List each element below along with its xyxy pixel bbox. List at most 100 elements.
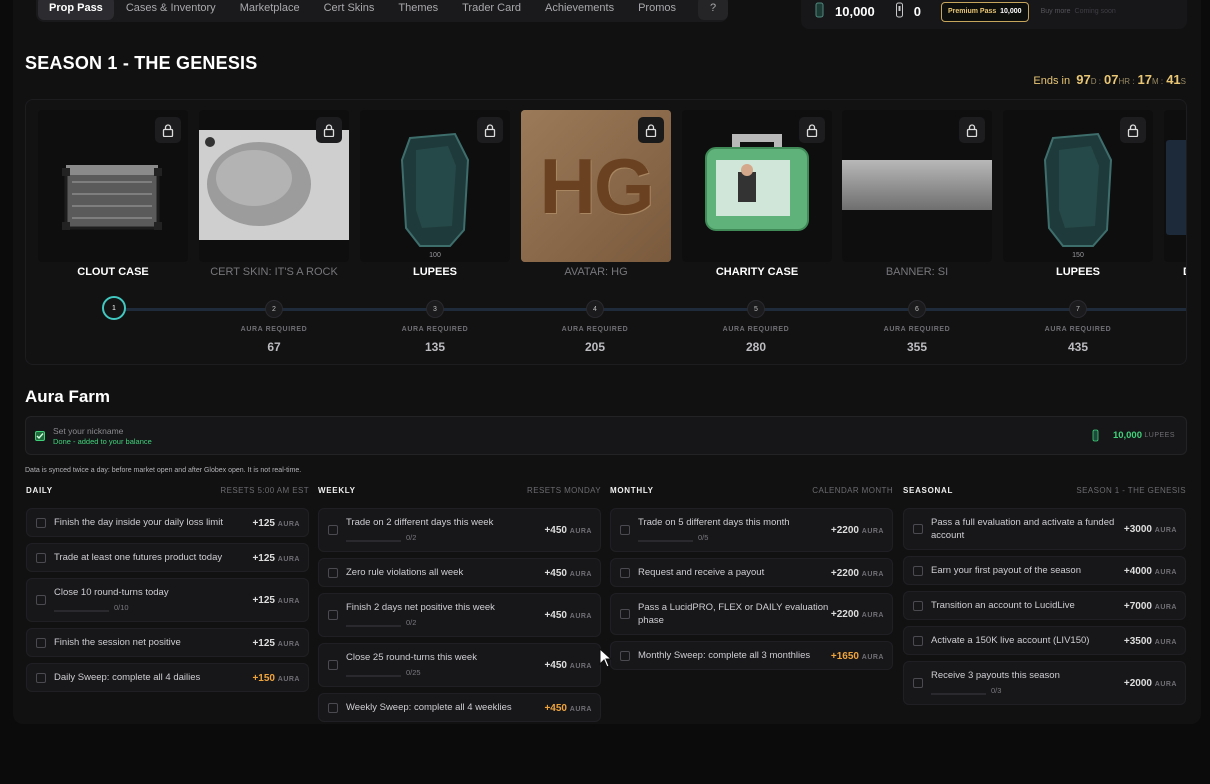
quest-row[interactable]: Earn your first payout of the season +400… (903, 556, 1186, 585)
checkbox-icon[interactable] (328, 610, 338, 620)
quest-reward-value: +125 (252, 552, 275, 564)
quest-text: Activate a 150K live account (LIV150) (931, 635, 1090, 646)
checkbox-icon[interactable] (36, 552, 46, 563)
quest-row[interactable]: Monthly Sweep: complete all 3 monthlies +… (610, 641, 893, 670)
quest-row[interactable]: Request and receive a payout +2200 AURA (610, 558, 893, 587)
quest-row[interactable]: Pass a full evaluation and activate a fu… (903, 508, 1186, 550)
nickname-quest-title: Set your nickname (53, 426, 124, 436)
quest-progress: 0/5 (698, 533, 709, 542)
quest-row[interactable]: Activate a 150K live account (LIV150) +35… (903, 626, 1186, 655)
quest-column-weekly: WEEKLY RESETS MONDAY Trade on 2 different… (318, 486, 601, 728)
quest-reward-value: +3500 (1123, 635, 1152, 647)
quest-text: Close 10 round-turns today (54, 587, 169, 598)
reward-card-partial[interactable] (1164, 110, 1186, 262)
quest-row[interactable]: Close 10 round-turns today 0/10 +125 AURA (26, 578, 309, 622)
quest-reward-value: +125 (252, 637, 275, 649)
tab-cert-skins[interactable]: Cert Skins (312, 0, 387, 20)
checkbox-icon[interactable] (36, 517, 46, 528)
quest-reward-value: +125 (252, 517, 275, 529)
reward-card-cert-skin[interactable] (199, 110, 349, 262)
reward-card-clout-case[interactable] (38, 110, 188, 262)
quest-text: Finish the session net positive (54, 637, 181, 648)
checkbox-icon[interactable] (328, 702, 338, 713)
quest-list: Trade on 2 different days this week 0/2 +4… (318, 508, 601, 722)
reward-track[interactable]: 100 HG 150 CLOUT CASE CERT SKIN: IT'S A … (25, 99, 1187, 365)
quest-reward: +125 AURA (252, 594, 300, 608)
quest-row[interactable]: Zero rule violations all week +450 AURA (318, 558, 601, 587)
aura-required-label: AURA REQUIRED (401, 326, 469, 333)
tab-promos[interactable]: Promos (626, 0, 688, 20)
quest-row[interactable]: Finish the session net positive +125 AURA (26, 628, 309, 657)
checkbox-icon[interactable] (913, 600, 923, 611)
tab-achievements[interactable]: Achievements (533, 0, 626, 20)
quest-row[interactable]: Receive 3 payouts this season 0/3 +2000 AU… (903, 661, 1186, 705)
lupee-gem-icon (1092, 429, 1099, 447)
checkbox-icon[interactable] (328, 525, 338, 535)
quest-row[interactable]: Weekly Sweep: complete all 4 weeklies +45… (318, 693, 601, 722)
reward-card-charity-case[interactable] (682, 110, 832, 262)
quest-reward-value: +450 (544, 660, 567, 671)
coming-soon-label: Coming soon (1074, 8, 1116, 15)
reward-card-banner-si[interactable] (842, 110, 992, 262)
level-node[interactable]: 7 (1069, 300, 1087, 318)
quest-row[interactable]: Finish 2 days net positive this week 0/2 +… (318, 593, 601, 637)
reward-card-avatar-hg[interactable]: HG (521, 110, 671, 262)
reward-card-lupees-150[interactable]: 150 (1003, 110, 1153, 262)
quest-row[interactable]: Close 25 round-turns this week 0/25 +450 A… (318, 643, 601, 687)
checkbox-icon[interactable] (913, 524, 923, 534)
quest-row[interactable]: Transition an account to LucidLive +7000 … (903, 591, 1186, 620)
checkbox-icon[interactable] (620, 650, 630, 661)
buy-more-link[interactable]: Buy more (1041, 8, 1071, 15)
level-node[interactable]: 1 (102, 296, 126, 320)
tab-trader-card[interactable]: Trader Card (450, 0, 533, 20)
checkbox-checked-icon[interactable] (35, 431, 45, 441)
quest-row[interactable]: Finish the day inside your daily loss li… (26, 508, 309, 537)
quest-reward-unit: AURA (277, 520, 300, 528)
lock-icon (316, 117, 342, 143)
quest-row[interactable]: Pass a LucidPRO, FLEX or DAILY evaluatio… (610, 593, 893, 635)
lupee-balance: 10,000 (835, 4, 875, 19)
checkbox-icon[interactable] (328, 567, 338, 578)
quest-progress-bar (346, 675, 401, 677)
quest-column-daily: DAILY RESETS 5:00 AM EST Finish the day i… (26, 486, 309, 698)
nickname-quest[interactable]: Set your nickname Done - added to your b… (25, 416, 1187, 455)
checkbox-icon[interactable] (620, 609, 630, 619)
level-node[interactable]: 4 (586, 300, 604, 318)
level-node[interactable]: 5 (747, 300, 765, 318)
checkbox-icon[interactable] (913, 635, 923, 646)
level-node[interactable]: 2 (265, 300, 283, 318)
checkbox-icon[interactable] (328, 660, 338, 670)
quest-reward-unit: AURA (277, 598, 300, 605)
quest-reward-value: +2000 (1123, 678, 1152, 689)
aura-required-value: 280 (745, 340, 767, 354)
quest-text: Close 25 round-turns this week (346, 652, 477, 663)
tab-cases-inventory[interactable]: Cases & Inventory (114, 0, 228, 20)
tab-prop-pass[interactable]: Prop Pass (38, 0, 114, 20)
quest-reward-value: +450 (544, 567, 567, 579)
quest-row[interactable]: Trade on 5 different days this month 0/5 +… (610, 508, 893, 552)
level-node[interactable]: 6 (908, 300, 926, 318)
help-button[interactable]: ? (698, 0, 728, 20)
aura-farm-title: Aura Farm (25, 387, 111, 406)
checkbox-icon[interactable] (36, 637, 46, 648)
checkbox-icon[interactable] (620, 567, 630, 578)
reward-card-lupees-100[interactable]: 100 (360, 110, 510, 262)
quest-row[interactable]: Daily Sweep: complete all 4 dailies +150 … (26, 663, 309, 692)
tab-marketplace[interactable]: Marketplace (228, 0, 312, 20)
checkbox-icon[interactable] (913, 565, 923, 576)
quest-reward: +125 AURA (252, 552, 300, 566)
quest-row[interactable]: Trade at least one futures product today… (26, 543, 309, 572)
quest-progress: 0/10 (114, 603, 129, 612)
quest-row[interactable]: Trade on 2 different days this week 0/2 +4… (318, 508, 601, 552)
premium-pass-button[interactable]: Premium Pass 10,000 (941, 1, 1029, 22)
checkbox-icon[interactable] (620, 525, 630, 535)
tab-themes[interactable]: Themes (386, 0, 450, 20)
checkbox-icon[interactable] (913, 678, 923, 688)
quest-reward: +450 AURA (544, 659, 592, 673)
lock-icon (1120, 117, 1146, 143)
quest-reward: +450 AURA (544, 567, 592, 581)
checkbox-icon[interactable] (36, 672, 46, 683)
checkbox-icon[interactable] (36, 595, 46, 605)
level-node[interactable]: 3 (426, 300, 444, 318)
quest-reward: +450 AURA (544, 609, 592, 623)
